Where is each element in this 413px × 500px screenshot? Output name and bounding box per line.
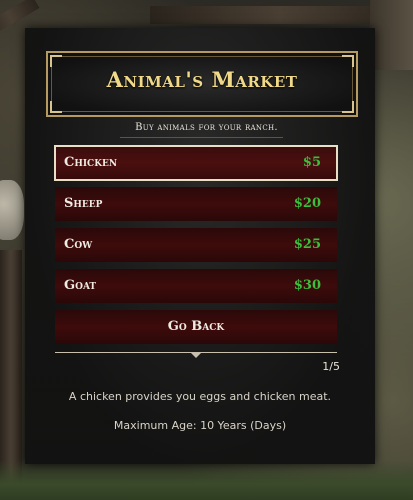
- menu-item-cow[interactable]: Cow $25: [55, 228, 337, 262]
- maximum-age-text: Maximum Age: 10 Years (Days): [113, 419, 287, 432]
- item-label: Goat: [64, 278, 97, 293]
- subtitle-divider: [120, 137, 283, 138]
- ornament-corner-icon: [342, 101, 354, 113]
- ornament-corner-icon: [50, 101, 62, 113]
- divider-arrow-icon: [190, 352, 202, 358]
- menu-item-sheep[interactable]: Sheep $20: [55, 187, 337, 221]
- item-label: Cow: [64, 237, 93, 252]
- page-indicator: 1/5: [322, 360, 340, 373]
- grass-ground: [0, 460, 413, 500]
- item-price: $5: [302, 155, 321, 170]
- ornament-corner-icon: [50, 55, 62, 67]
- item-price: $20: [293, 196, 321, 211]
- item-label: Sheep: [64, 196, 103, 211]
- animal-list: Chicken $5 Sheep $20 Cow $25 Goat $30 Go…: [54, 145, 338, 351]
- menu-header: Animal's Market: [46, 51, 358, 117]
- sheep-figure: [0, 180, 24, 240]
- go-back-label: Go Back: [167, 319, 225, 334]
- go-back-button[interactable]: Go Back: [55, 310, 337, 344]
- menu-subtitle: Buy animals for your ranch.: [135, 122, 278, 133]
- menu-item-chicken[interactable]: Chicken $5: [54, 145, 338, 181]
- menu-item-goat[interactable]: Goat $30: [55, 269, 337, 303]
- item-price: $30: [293, 278, 321, 293]
- item-description: A chicken provides you eggs and chicken …: [68, 390, 332, 403]
- menu-title: Animal's Market: [106, 67, 298, 92]
- ornament-corner-icon: [342, 55, 354, 67]
- wooden-post: [370, 0, 413, 70]
- item-price: $25: [293, 237, 321, 252]
- item-label: Chicken: [64, 155, 118, 170]
